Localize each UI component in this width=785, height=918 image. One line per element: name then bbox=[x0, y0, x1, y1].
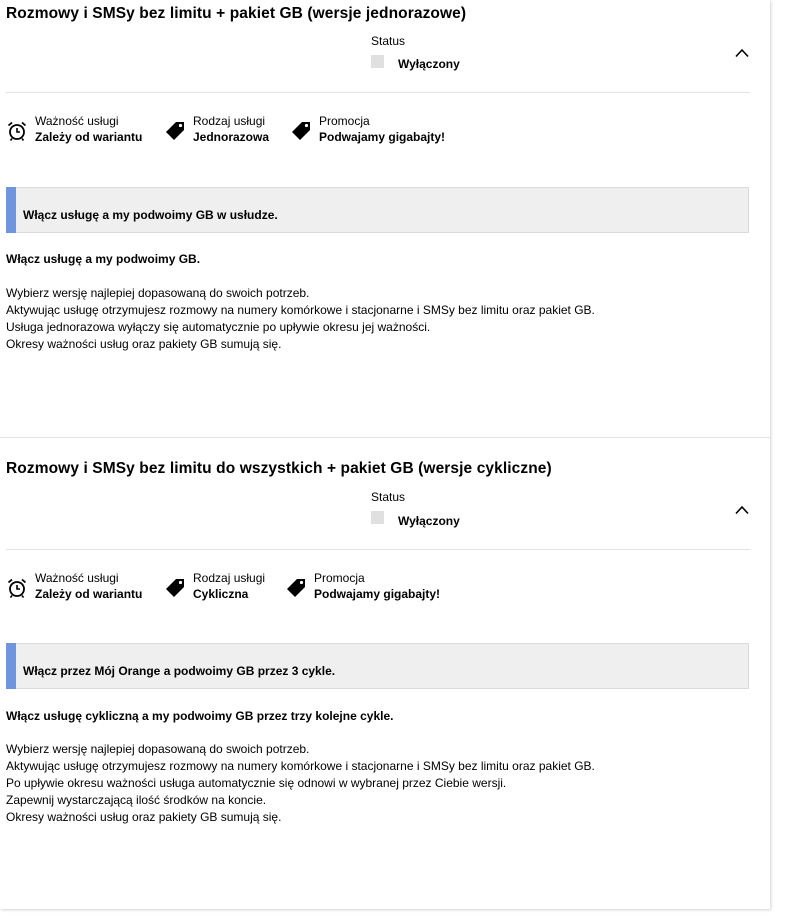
divider bbox=[6, 92, 750, 93]
tag-icon bbox=[292, 122, 310, 140]
description-headline: Włącz usługę cykliczną a my podwoimy GB … bbox=[6, 709, 394, 723]
tag-icon bbox=[166, 122, 184, 140]
status-label: Status bbox=[371, 34, 406, 48]
info-value: Podwajamy gigabajty! bbox=[314, 587, 441, 601]
info-value: Jednorazowa bbox=[193, 130, 270, 144]
info-label: Ważność usługi bbox=[35, 571, 119, 585]
chevron-up-icon[interactable] bbox=[735, 505, 749, 515]
description-line: Okresy ważności usług oraz pakiety GB su… bbox=[6, 810, 282, 824]
description-line: Po upływie okresu ważności usługa automa… bbox=[6, 776, 507, 790]
info-type: Rodzaj usługi Cykliczna bbox=[164, 571, 265, 602]
service-title: Rozmowy i SMSy bez limitu + pakiet GB (w… bbox=[6, 5, 467, 22]
service-card-one-time: Rozmowy i SMSy bez limitu + pakiet GB (w… bbox=[0, 0, 770, 437]
description-line: Zapewnij wystarczającą ilość środków na … bbox=[6, 793, 267, 807]
info-promotion: Promocja Podwajamy gigabajty! bbox=[290, 114, 445, 145]
description-line: Aktywując usługę otrzymujesz rozmowy na … bbox=[6, 303, 595, 317]
info-validity: Ważność usługi Zależy od wariantu bbox=[6, 114, 142, 145]
info-label: Rodzaj usługi bbox=[193, 114, 266, 128]
info-promotion: Promocja Podwajamy gigabajty! bbox=[285, 571, 440, 602]
info-label: Ważność usługi bbox=[35, 114, 119, 128]
info-label: Promocja bbox=[319, 114, 370, 128]
info-validity: Ważność usługi Zależy od wariantu bbox=[6, 571, 142, 602]
description-text: Wybierz wersję najlepiej dopasowaną do s… bbox=[6, 285, 595, 353]
banner-accent-bar bbox=[6, 187, 16, 233]
status-toggle[interactable] bbox=[371, 511, 384, 524]
tag-icon bbox=[287, 579, 305, 597]
info-label: Promocja bbox=[314, 571, 365, 585]
service-card-cyclic: Rozmowy i SMSy bez limitu do wszystkich … bbox=[0, 437, 770, 910]
alarm-clock-icon bbox=[7, 121, 27, 141]
description-line: Wybierz wersję najlepiej dopasowaną do s… bbox=[6, 286, 310, 300]
divider bbox=[6, 549, 750, 550]
info-type: Rodzaj usługi Jednorazowa bbox=[164, 114, 269, 145]
info-value: Podwajamy gigabajty! bbox=[319, 130, 446, 144]
info-label: Rodzaj usługi bbox=[193, 571, 266, 585]
promo-banner: Włącz usługę a my podwoimy GB w usłudze. bbox=[6, 187, 749, 233]
banner-text: Włącz usługę a my podwoimy GB w usłudze. bbox=[23, 208, 278, 222]
description-line: Aktywując usługę otrzymujesz rozmowy na … bbox=[6, 759, 595, 773]
description-text: Wybierz wersję najlepiej dopasowaną do s… bbox=[6, 741, 595, 826]
description-line: Okresy ważności usług oraz pakiety GB su… bbox=[6, 337, 282, 351]
tag-icon bbox=[166, 579, 184, 597]
promo-banner: Włącz przez Mój Orange a podwoimy GB prz… bbox=[6, 643, 749, 689]
status-value: Wyłączony bbox=[398, 57, 460, 71]
banner-accent-bar bbox=[6, 643, 16, 689]
info-value: Cykliczna bbox=[193, 587, 249, 601]
service-title: Rozmowy i SMSy bez limitu do wszystkich … bbox=[6, 460, 552, 477]
description-line: Wybierz wersję najlepiej dopasowaną do s… bbox=[6, 742, 310, 756]
description-line: Usługa jednorazowa wyłączy się automatyc… bbox=[6, 320, 431, 334]
chevron-up-icon[interactable] bbox=[735, 48, 749, 58]
status-toggle[interactable] bbox=[371, 55, 384, 68]
alarm-clock-icon bbox=[7, 578, 27, 598]
status-value: Wyłączony bbox=[398, 514, 460, 528]
info-value: Zależy od wariantu bbox=[35, 130, 143, 144]
services-panel: Rozmowy i SMSy bez limitu + pakiet GB (w… bbox=[0, 0, 770, 909]
description-headline: Włącz usługę a my podwoimy GB. bbox=[6, 252, 201, 266]
info-value: Zależy od wariantu bbox=[35, 587, 143, 601]
status-label: Status bbox=[371, 490, 406, 504]
banner-text: Włącz przez Mój Orange a podwoimy GB prz… bbox=[23, 664, 336, 678]
